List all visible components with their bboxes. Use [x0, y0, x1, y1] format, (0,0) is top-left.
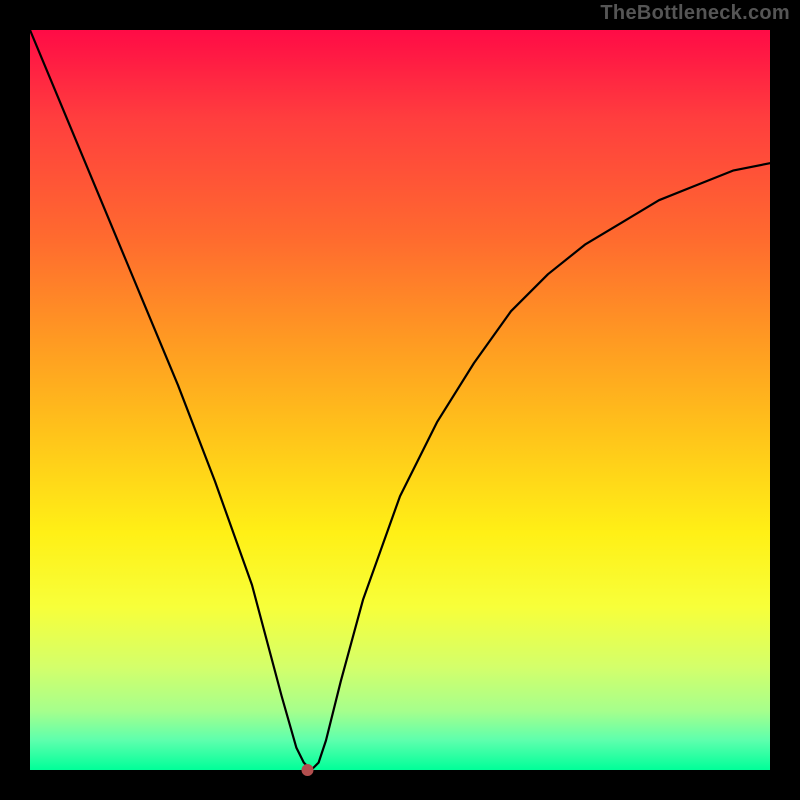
- curve-svg: [30, 30, 770, 770]
- watermark-text: TheBottleneck.com: [600, 2, 790, 25]
- plot-area: [30, 30, 770, 770]
- bottleneck-curve: [30, 30, 770, 770]
- optimal-point-marker: [302, 764, 314, 776]
- chart-frame: TheBottleneck.com: [0, 0, 800, 800]
